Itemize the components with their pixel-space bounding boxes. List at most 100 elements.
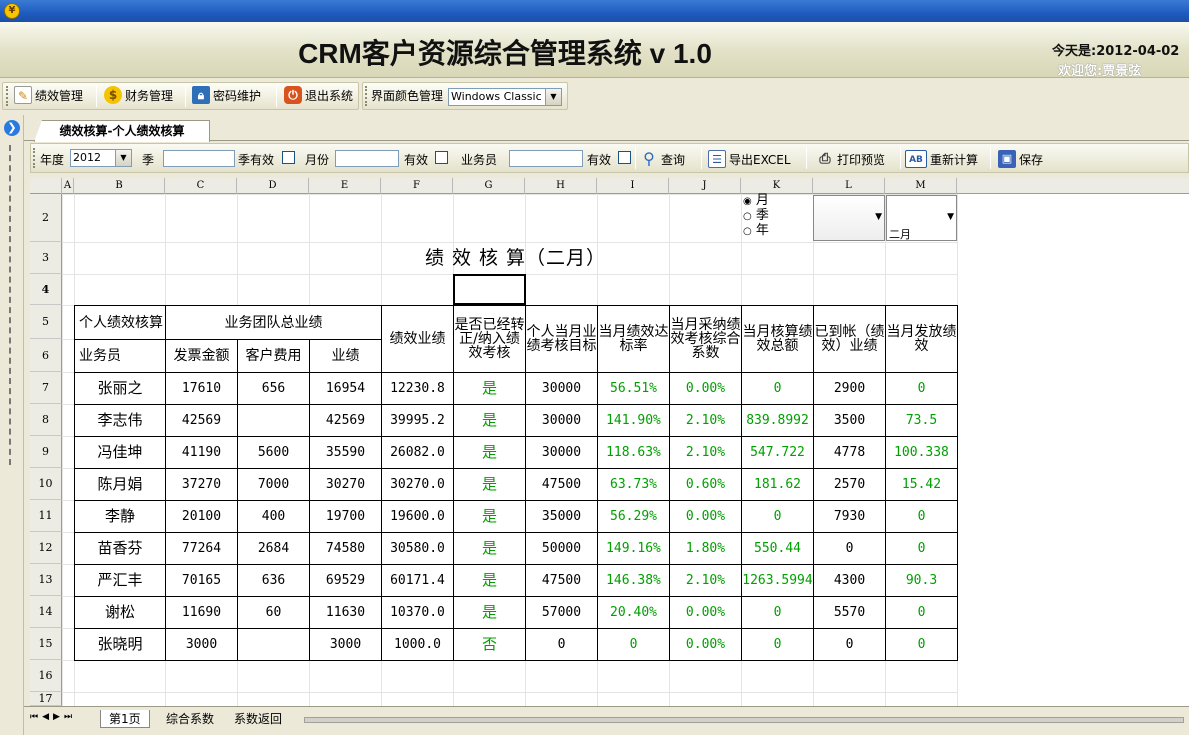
table-cell[interactable]	[237, 404, 310, 437]
table-cell[interactable]: 0.00%	[669, 372, 742, 405]
prev-sheet-icon[interactable]: ◀	[42, 712, 53, 722]
chevron-down-icon[interactable]: ▼	[545, 89, 561, 105]
theme-select[interactable]: Windows Classic ▼	[448, 88, 562, 106]
table-cell[interactable]: 0	[885, 532, 958, 565]
table-cell[interactable]: 63.73%	[597, 468, 670, 501]
table-cell[interactable]: 42569	[309, 404, 382, 437]
sheet-tab-coefficient-return[interactable]: 系数返回	[228, 710, 288, 728]
save-button[interactable]: ▣ 保存	[998, 147, 1043, 171]
table-cell[interactable]: 47500	[525, 468, 598, 501]
table-cell[interactable]: 3000	[309, 628, 382, 661]
table-cell[interactable]: 5570	[813, 596, 886, 629]
table-cell[interactable]: 41190	[165, 436, 238, 469]
table-cell[interactable]: 0	[885, 500, 958, 533]
header-salesman[interactable]: 业务员	[74, 339, 166, 373]
table-cell[interactable]	[237, 628, 310, 661]
table-cell[interactable]: 是	[453, 372, 526, 405]
table-cell[interactable]: 39995.2	[381, 404, 454, 437]
header-client-fee[interactable]: 客户费用	[237, 339, 310, 373]
menu-exit[interactable]: ⏻ 退出系统	[284, 83, 353, 107]
table-cell[interactable]: 7000	[237, 468, 310, 501]
tab-personal-performance[interactable]: 绩效核算-个人绩效核算	[34, 120, 210, 142]
table-cell[interactable]: 0	[741, 500, 814, 533]
sheet-tab-page1[interactable]: 第1页	[100, 710, 150, 728]
table-cell[interactable]: 张丽之	[74, 372, 166, 405]
table-cell[interactable]: 839.8992	[741, 404, 814, 437]
column-header[interactable]: I	[597, 178, 669, 194]
table-cell[interactable]: 100.338	[885, 436, 958, 469]
table-cell[interactable]: 0	[741, 372, 814, 405]
table-cell[interactable]: 7930	[813, 500, 886, 533]
table-cell[interactable]: 636	[237, 564, 310, 597]
table-cell[interactable]: 是	[453, 532, 526, 565]
chevron-down-icon[interactable]: ▼	[947, 212, 954, 222]
table-cell[interactable]: 547.722	[741, 436, 814, 469]
column-header[interactable]: M	[885, 178, 957, 194]
column-header[interactable]: K	[741, 178, 813, 194]
horizontal-scrollbar[interactable]	[304, 717, 1184, 723]
column-header[interactable]: G	[453, 178, 525, 194]
header-paid[interactable]: 当月发放绩效	[885, 305, 958, 373]
table-cell[interactable]: 1263.5994	[741, 564, 814, 597]
table-cell[interactable]: 0	[885, 372, 958, 405]
table-cell[interactable]: 否	[453, 628, 526, 661]
table-cell[interactable]: 17610	[165, 372, 238, 405]
table-cell[interactable]: 是	[453, 436, 526, 469]
menu-password[interactable]: 🔒︎ 密码维护	[192, 83, 261, 107]
table-cell[interactable]: 严汇丰	[74, 564, 166, 597]
period-radio-group[interactable]: ◉ 月 ○ 季 ○ 年	[743, 194, 811, 241]
last-sheet-icon[interactable]: ⏭	[64, 712, 76, 722]
table-cell[interactable]: 0	[597, 628, 670, 661]
salesman-input[interactable]	[509, 150, 583, 167]
table-cell[interactable]: 16954	[309, 372, 382, 405]
table-cell[interactable]: 11690	[165, 596, 238, 629]
table-cell[interactable]: 李静	[74, 500, 166, 533]
table-cell[interactable]: 70165	[165, 564, 238, 597]
table-cell[interactable]: 30270	[309, 468, 382, 501]
empty-dropdown[interactable]: ▼	[813, 195, 885, 241]
export-excel-button[interactable]: ☰ 导出EXCEL	[708, 147, 791, 171]
header-perf-score[interactable]: 绩效业绩	[381, 305, 454, 373]
row-header[interactable]: 12	[30, 532, 62, 564]
expand-sidebar-icon[interactable]: ❯	[4, 120, 20, 136]
table-cell[interactable]: 0.00%	[669, 500, 742, 533]
table-cell[interactable]: 冯佳坤	[74, 436, 166, 469]
column-header[interactable]: J	[669, 178, 741, 194]
month-valid-checkbox[interactable]	[435, 151, 448, 164]
table-cell[interactable]: 2570	[813, 468, 886, 501]
table-cell[interactable]: 0	[525, 628, 598, 661]
header-coefficient[interactable]: 当月采纳绩效考核综合系数	[669, 305, 742, 373]
header-received[interactable]: 已到帐（绩效）业绩	[813, 305, 886, 373]
row-header[interactable]: 17	[30, 692, 62, 706]
table-cell[interactable]: 是	[453, 468, 526, 501]
row-header[interactable]: 5	[30, 305, 62, 339]
table-cell[interactable]: 73.5	[885, 404, 958, 437]
table-cell[interactable]: 2900	[813, 372, 886, 405]
table-cell[interactable]: 4778	[813, 436, 886, 469]
toolbar-grip[interactable]	[33, 148, 36, 168]
table-cell[interactable]: 15.42	[885, 468, 958, 501]
header-target[interactable]: 个人当月业绩考核目标	[525, 305, 598, 373]
column-header[interactable]: C	[165, 178, 237, 194]
table-cell[interactable]: 47500	[525, 564, 598, 597]
row-header[interactable]: 8	[30, 404, 62, 436]
corner-select-all[interactable]	[30, 178, 62, 194]
table-cell[interactable]: 谢松	[74, 596, 166, 629]
table-cell[interactable]: 30000	[525, 372, 598, 405]
table-cell[interactable]: 90.3	[885, 564, 958, 597]
table-cell[interactable]: 是	[453, 500, 526, 533]
table-cell[interactable]: 181.62	[741, 468, 814, 501]
radio-quarter[interactable]: ○ 季	[743, 209, 811, 224]
table-cell[interactable]: 0.60%	[669, 468, 742, 501]
row-header[interactable]: 7	[30, 372, 62, 404]
table-cell[interactable]: 1000.0	[381, 628, 454, 661]
table-cell[interactable]: 11630	[309, 596, 382, 629]
row-header[interactable]: 9	[30, 436, 62, 468]
spreadsheet[interactable]: A B C D E F G H I J K L M 2 3 4 5 6 7 8 9 10 11 12…	[30, 178, 1189, 706]
table-cell[interactable]: 656	[237, 372, 310, 405]
table-cell[interactable]: 57000	[525, 596, 598, 629]
radio-year[interactable]: ○ 年	[743, 224, 811, 239]
table-cell[interactable]: 0.00%	[669, 596, 742, 629]
header-total[interactable]: 当月核算绩效总额	[741, 305, 814, 373]
sheet-tab-coefficient[interactable]: 综合系数	[160, 710, 220, 728]
